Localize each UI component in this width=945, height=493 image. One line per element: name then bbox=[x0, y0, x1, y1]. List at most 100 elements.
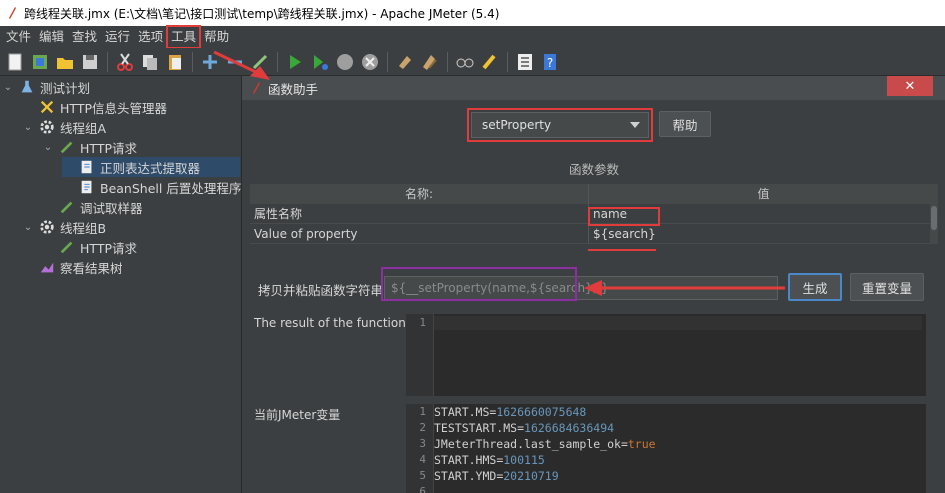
gear-icon bbox=[38, 118, 56, 136]
reset-search-icon[interactable] bbox=[479, 51, 501, 73]
pen-icon bbox=[58, 198, 76, 216]
line-gutter: 1 2 3 4 5 6 bbox=[406, 404, 434, 493]
paste-icon[interactable] bbox=[164, 51, 186, 73]
menu-edit[interactable]: 编辑 bbox=[35, 26, 68, 48]
tree-node-test-plan[interactable]: ⌄ 测试计划 bbox=[2, 77, 90, 97]
flask-icon bbox=[18, 78, 36, 96]
table-row[interactable]: Value of property ${search} bbox=[250, 224, 930, 244]
annotation-highlight bbox=[467, 108, 653, 142]
line-number: 4 bbox=[419, 453, 426, 466]
tree-node-label: HTTP请求 bbox=[80, 240, 137, 256]
open-icon[interactable] bbox=[54, 51, 76, 73]
tree-node-label: 调试取样器 bbox=[80, 200, 143, 216]
param-name: Value of property bbox=[250, 224, 589, 243]
scroll-thumb[interactable] bbox=[931, 206, 937, 230]
templates-icon[interactable] bbox=[29, 51, 51, 73]
code-line: START.YMD=20210719 bbox=[434, 469, 559, 483]
toolbar-separator bbox=[192, 51, 193, 72]
annotation-highlight bbox=[381, 267, 577, 301]
help-button[interactable]: 帮助 bbox=[659, 111, 711, 137]
line-number: 1 bbox=[419, 316, 426, 329]
param-value[interactable]: ${search} bbox=[589, 224, 930, 243]
svg-text:?: ? bbox=[547, 56, 553, 70]
clear-all-icon[interactable] bbox=[419, 51, 441, 73]
tree-node-label: 正则表达式提取器 bbox=[100, 160, 201, 176]
generate-button[interactable]: 生成 bbox=[788, 273, 842, 301]
collapse-icon[interactable] bbox=[224, 51, 246, 73]
reset-variables-button[interactable]: 重置变量 bbox=[850, 273, 924, 301]
tree-node-view-results-tree[interactable]: 察看结果树 bbox=[22, 257, 123, 277]
result-editor[interactable]: 1 bbox=[406, 314, 926, 396]
function-helper-icon[interactable] bbox=[514, 51, 536, 73]
pen-icon bbox=[58, 138, 76, 156]
tree-node-http-header-manager[interactable]: HTTP信息头管理器 bbox=[22, 97, 167, 117]
tree-node-thread-group-a[interactable]: ⌄ 线程组A bbox=[22, 117, 106, 137]
stop-icon[interactable] bbox=[334, 51, 356, 73]
shutdown-icon[interactable] bbox=[359, 51, 381, 73]
code-line: TESTSTART.MS=1626684636494 bbox=[434, 421, 615, 435]
chart-icon bbox=[38, 258, 56, 276]
table-scrollbar[interactable] bbox=[930, 204, 938, 244]
toolbar-separator bbox=[447, 51, 448, 72]
current-line bbox=[434, 316, 922, 330]
copy-label: 拷贝并粘贴函数字符串 bbox=[258, 283, 384, 298]
tree-node-thread-group-b[interactable]: ⌄ 线程组B bbox=[22, 217, 106, 237]
annotation-underline bbox=[588, 249, 656, 251]
menu-bar: 文件 编辑 查找 运行 选项 工具 帮助 bbox=[0, 25, 945, 49]
tree-node-label: HTTP请求 bbox=[80, 140, 137, 156]
start-icon[interactable] bbox=[284, 51, 306, 73]
jmeter-feather-icon bbox=[9, 7, 16, 19]
new-icon[interactable] bbox=[4, 51, 26, 73]
search-icon[interactable] bbox=[454, 51, 476, 73]
tree-node-label: 测试计划 bbox=[40, 80, 91, 96]
params-title: 函数参数 bbox=[568, 162, 619, 177]
save-icon[interactable] bbox=[79, 51, 101, 73]
tree-node-debug-sampler[interactable]: 调试取样器 bbox=[42, 197, 143, 217]
column-header-value: 值 bbox=[757, 187, 770, 201]
close-icon[interactable]: ✕ bbox=[887, 76, 933, 96]
toolbar-separator bbox=[277, 51, 278, 72]
code-line: JMeterThread.last_sample_ok=true bbox=[434, 437, 656, 451]
copy-icon[interactable] bbox=[139, 51, 161, 73]
extractor-icon bbox=[78, 158, 96, 176]
jmeter-feather-icon bbox=[253, 82, 260, 94]
line-gutter: 1 bbox=[406, 314, 434, 396]
collapse-toggle-icon[interactable]: ⌄ bbox=[22, 222, 34, 233]
expand-icon[interactable] bbox=[199, 51, 221, 73]
toggle-icon[interactable] bbox=[249, 51, 271, 73]
toolbar-separator bbox=[507, 51, 508, 72]
param-name: 属性名称 bbox=[250, 204, 589, 223]
clear-icon[interactable] bbox=[394, 51, 416, 73]
toolbar-separator bbox=[387, 51, 388, 72]
vars-label: 当前JMeter变量 bbox=[254, 408, 341, 422]
menu-tools[interactable]: 工具 bbox=[166, 25, 202, 49]
gear-icon bbox=[38, 218, 56, 236]
line-number: 5 bbox=[419, 469, 426, 482]
tree-node-http-request-b[interactable]: HTTP请求 bbox=[42, 237, 137, 257]
menu-search[interactable]: 查找 bbox=[68, 26, 101, 48]
function-helper-dialog: 函数助手 ✕ setProperty 帮助 函数参数 名称: 值 属性名称 na… bbox=[241, 76, 945, 493]
tree-node-http-request[interactable]: ⌄ HTTP请求 bbox=[42, 137, 137, 157]
line-number: 2 bbox=[419, 421, 426, 434]
menu-run[interactable]: 运行 bbox=[101, 26, 134, 48]
collapse-toggle-icon[interactable]: ⌄ bbox=[2, 82, 14, 93]
menu-help[interactable]: 帮助 bbox=[200, 26, 233, 48]
wrench-icon bbox=[38, 98, 56, 116]
variables-editor[interactable]: 1 2 3 4 5 6 START.MS=1626660075648 TESTS… bbox=[406, 404, 926, 493]
help-icon[interactable]: ? bbox=[539, 51, 561, 73]
tree-node-label: 线程组A bbox=[60, 120, 107, 136]
table-header: 名称: 值 bbox=[250, 184, 938, 204]
cut-icon[interactable] bbox=[114, 51, 136, 73]
tree-node-label: BeanShell 后置处理程序 bbox=[100, 180, 242, 196]
tree-node-regex-extractor[interactable]: 正则表达式提取器 bbox=[62, 157, 240, 177]
menu-file[interactable]: 文件 bbox=[2, 26, 35, 48]
toolbar-separator bbox=[107, 51, 108, 72]
start-no-pause-icon[interactable] bbox=[309, 51, 331, 73]
dialog-title-bar: 函数助手 bbox=[242, 76, 945, 100]
tree-node-beanshell-postprocessor[interactable]: BeanShell 后置处理程序 bbox=[62, 177, 241, 197]
line-number: 6 bbox=[419, 485, 426, 493]
collapse-toggle-icon[interactable]: ⌄ bbox=[22, 122, 34, 133]
result-label: The result of the function is bbox=[254, 316, 420, 330]
collapse-toggle-icon[interactable]: ⌄ bbox=[42, 142, 54, 153]
menu-options[interactable]: 选项 bbox=[134, 26, 167, 48]
